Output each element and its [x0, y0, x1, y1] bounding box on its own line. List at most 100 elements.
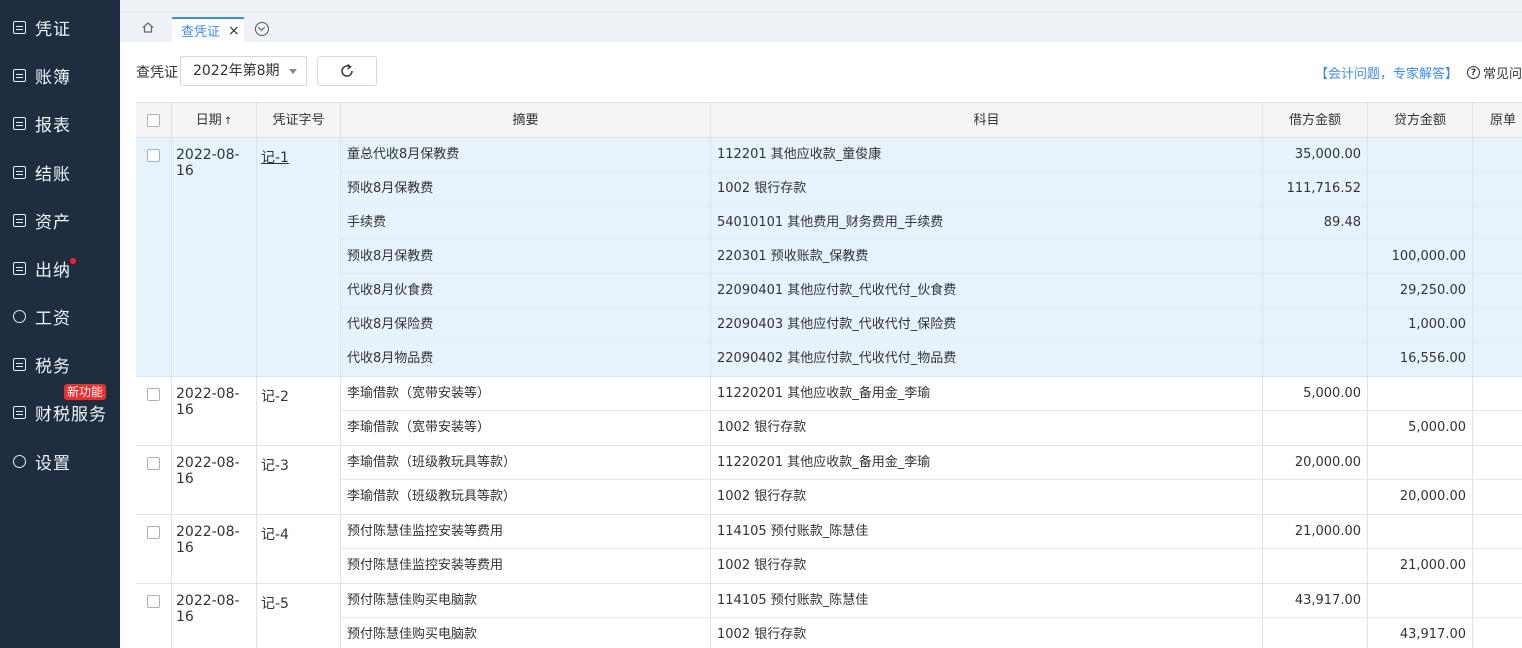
voucher-icon: [13, 20, 26, 34]
date-cell: 2022-08-16: [172, 515, 257, 583]
sidebar-item-tax[interactable]: 税务: [0, 349, 120, 379]
table-row[interactable]: 代收8月伙食费 22090401 其他应付款_代收代付_伙食费 29,250.00: [341, 274, 1522, 308]
select-all-checkbox[interactable]: [147, 114, 160, 127]
close-icon[interactable]: ×: [228, 23, 240, 39]
voucher-number-link[interactable]: 记-1: [261, 147, 289, 167]
credit-cell: 43,917.00: [1368, 618, 1473, 648]
sidebar-item-cashier[interactable]: 出纳: [0, 253, 120, 283]
table-row[interactable]: 手续费 54010101 其他费用_财务费用_手续费 89.48: [341, 206, 1522, 240]
credit-cell: [1368, 446, 1473, 480]
voucher-date: 2022-08-16: [176, 386, 240, 418]
expert-help-link[interactable]: 【会计问题，专家解答】: [1315, 63, 1458, 82]
sidebar-item-label: 设置: [35, 453, 71, 474]
voucher-date: 2022-08-16: [176, 147, 240, 179]
table-row[interactable]: 李瑜借款（班级教玩具等款） 11220201 其他应收款_备用金_李瑜 20,000…: [341, 446, 1522, 480]
original-cell: [1473, 618, 1522, 648]
sidebar-item-finance-service[interactable]: 财税服务: [0, 397, 120, 427]
sidebar-item-salary[interactable]: 工资: [0, 301, 120, 331]
sidebar-item-label: 财税服务: [35, 404, 107, 425]
table-row[interactable]: 预收8月保教费 1002 银行存款 111,716.52: [341, 172, 1522, 206]
voucher-no-cell: 记-1: [257, 138, 341, 376]
refresh-button[interactable]: [317, 56, 377, 86]
voucher-number-link[interactable]: 记-3: [261, 455, 289, 475]
sidebar-item-settings[interactable]: 设置: [0, 446, 120, 476]
sidebar-item-label: 税务: [35, 356, 71, 377]
select-cell: [136, 446, 172, 514]
voucher-no-cell: 记-3: [257, 446, 341, 514]
voucher-group[interactable]: 2022-08-16 记-5 预付陈慧佳购买电脑款 114105 预付账款_陈慧佳 43…: [136, 584, 1522, 648]
row-checkbox[interactable]: [147, 595, 160, 608]
row-checkbox[interactable]: [147, 526, 160, 539]
debit-cell: [1263, 308, 1368, 342]
home-icon[interactable]: [142, 22, 154, 33]
summary-cell: 预收8月保教费: [341, 240, 711, 274]
debit-cell: 5,000.00: [1263, 377, 1368, 411]
account-cell: 11220201 其他应收款_备用金_李瑜: [711, 446, 1263, 480]
debit-cell: [1263, 480, 1368, 514]
select-cell: [136, 377, 172, 445]
header-date[interactable]: 日期 ↑: [172, 103, 257, 138]
table-row[interactable]: 预收8月保教费 220301 预收账款_保教费 100,000.00: [341, 240, 1522, 274]
original-cell: [1473, 480, 1522, 514]
table-row[interactable]: 预付陈慧佳监控安装等费用 114105 预付账款_陈慧佳 21,000.00: [341, 515, 1522, 549]
debit-cell: 89.48: [1263, 206, 1368, 240]
voucher-number-link[interactable]: 记-5: [261, 593, 289, 613]
credit-cell: [1368, 377, 1473, 411]
faq-label: 常见问: [1483, 67, 1522, 82]
summary-cell: 李瑜借款（宽带安装等）: [341, 411, 711, 445]
select-cell: [136, 138, 172, 376]
tab-bar: 查凭证 ×: [120, 12, 1522, 42]
table-row[interactable]: 李瑜借款（宽带安装等） 1002 银行存款 5,000.00: [341, 411, 1522, 445]
summary-cell: 童总代收8月保教费: [341, 138, 711, 172]
table-row[interactable]: 李瑜借款（班级教玩具等款） 1002 银行存款 20,000.00: [341, 480, 1522, 514]
account-cell: 114105 预付账款_陈慧佳: [711, 584, 1263, 618]
period-select[interactable]: 2022年第8期: [180, 56, 307, 86]
account-cell: 1002 银行存款: [711, 480, 1263, 514]
header-credit: 贷方金额: [1368, 103, 1473, 138]
credit-cell: [1368, 515, 1473, 549]
voucher-number-link[interactable]: 记-2: [261, 386, 289, 406]
credit-cell: 21,000.00: [1368, 549, 1473, 583]
sidebar-item-voucher[interactable]: 凭证: [0, 12, 120, 42]
table-row[interactable]: 预付陈慧佳监控安装等费用 1002 银行存款 21,000.00: [341, 549, 1522, 583]
table-row[interactable]: 预付陈慧佳购买电脑款 1002 银行存款 43,917.00: [341, 618, 1522, 648]
page-title: 查凭证: [136, 65, 178, 81]
row-checkbox[interactable]: [147, 388, 160, 401]
table-row[interactable]: 李瑜借款（宽带安装等） 11220201 其他应收款_备用金_李瑜 5,000.00: [341, 377, 1522, 411]
header-debit: 借方金额: [1263, 103, 1368, 138]
select-cell: [136, 584, 172, 648]
sidebar-item-asset[interactable]: 资产: [0, 205, 120, 235]
account-cell: 11220201 其他应收款_备用金_李瑜: [711, 377, 1263, 411]
faq-link[interactable]: ? 常见问: [1467, 63, 1522, 82]
account-cell: 22090402 其他应付款_代收代付_物品费: [711, 342, 1263, 376]
voucher-group[interactable]: 2022-08-16 记-1 童总代收8月保教费 112201 其他应收款_童俊康 35…: [136, 138, 1522, 377]
table-row[interactable]: 代收8月保险费 22090403 其他应付款_代收代付_保险费 1,000.00: [341, 308, 1522, 342]
original-cell: [1473, 515, 1522, 549]
chevron-down-icon[interactable]: [255, 22, 269, 36]
debit-cell: [1263, 549, 1368, 583]
tab-view-voucher[interactable]: 查凭证 ×: [172, 17, 244, 42]
row-checkbox[interactable]: [147, 457, 160, 470]
sidebar-item-label: 资产: [35, 212, 71, 233]
ledger-icon: [13, 68, 26, 82]
voucher-group[interactable]: 2022-08-16 记-3 李瑜借款（班级教玩具等款） 11220201 其他应收款…: [136, 446, 1522, 515]
question-icon: ?: [1467, 66, 1480, 79]
sidebar-item-closing[interactable]: 结账: [0, 157, 120, 187]
table-row[interactable]: 代收8月物品费 22090402 其他应付款_代收代付_物品费 16,556.00: [341, 342, 1522, 376]
account-cell: 1002 银行存款: [711, 411, 1263, 445]
debit-cell: [1263, 240, 1368, 274]
row-checkbox[interactable]: [147, 149, 160, 162]
voucher-number-link[interactable]: 记-4: [261, 524, 289, 544]
caret-down-icon: [289, 69, 297, 74]
table-row[interactable]: 童总代收8月保教费 112201 其他应收款_童俊康 35,000.00: [341, 138, 1522, 172]
voucher-group[interactable]: 2022-08-16 记-4 预付陈慧佳监控安装等费用 114105 预付账款_陈慧佳…: [136, 515, 1522, 584]
table-row[interactable]: 预付陈慧佳购买电脑款 114105 预付账款_陈慧佳 43,917.00: [341, 584, 1522, 618]
sidebar-item-ledger[interactable]: 账簿: [0, 60, 120, 90]
account-cell: 1002 银行存款: [711, 549, 1263, 583]
asset-icon: [13, 213, 26, 227]
voucher-group[interactable]: 2022-08-16 记-2 李瑜借款（宽带安装等） 11220201 其他应收款_备…: [136, 377, 1522, 446]
credit-cell: 1,000.00: [1368, 308, 1473, 342]
debit-cell: 43,917.00: [1263, 584, 1368, 618]
sidebar-item-report[interactable]: 报表: [0, 108, 120, 138]
summary-cell: 代收8月保险费: [341, 308, 711, 342]
